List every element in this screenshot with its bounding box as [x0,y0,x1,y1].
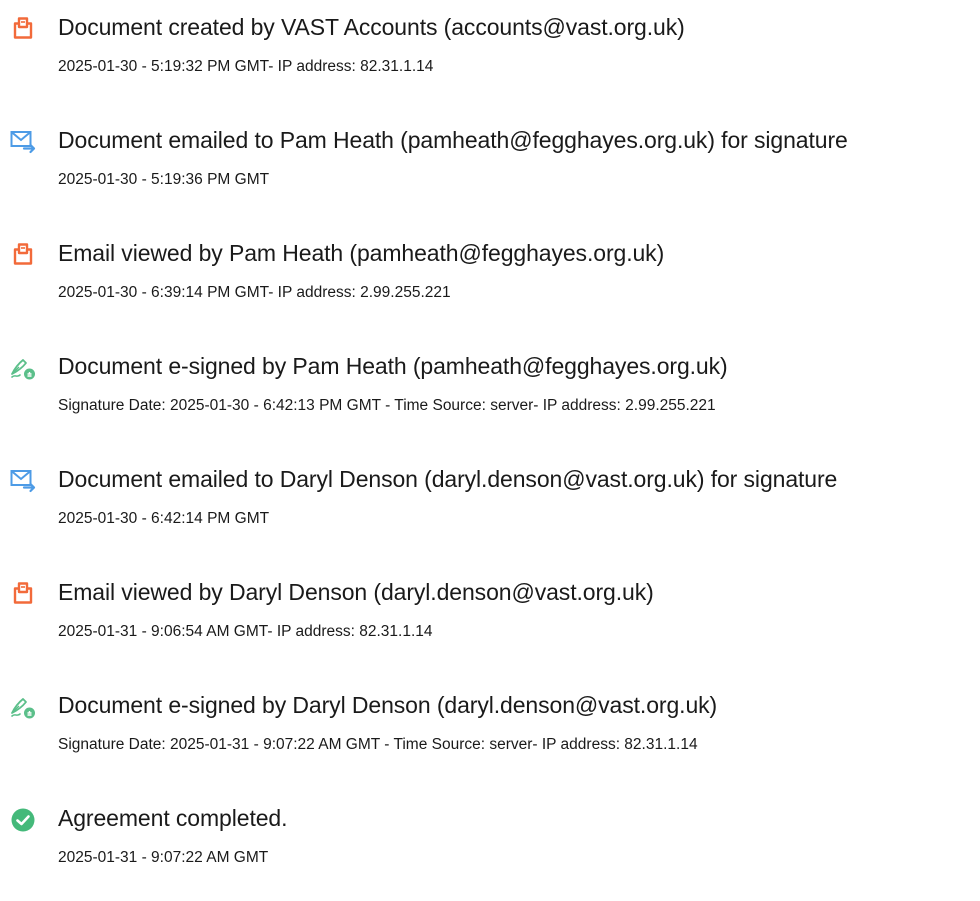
event-timestamp: 2025-01-30 - 6:39:14 PM GMT- IP address:… [58,284,451,301]
email-sent-icon [10,129,36,155]
audit-event: Document emailed to Pam Heath (pamheath@… [0,123,980,223]
audit-event: Agreement completed. 2025-01-31 - 9:07:2… [0,801,980,901]
e-signed-icon [10,355,36,381]
audit-event: Email viewed by Pam Heath (pamheath@fegg… [0,236,980,336]
event-title: Document emailed to Daryl Denson (daryl.… [58,466,838,492]
audit-event: Document e-signed by Daryl Denson (daryl… [0,688,980,788]
email-sent-icon [10,468,36,494]
event-title: Document created by VAST Accounts (accou… [58,14,685,40]
e-signed-icon [10,694,36,720]
event-title: Agreement completed. [58,805,288,831]
event-timestamp: 2025-01-30 - 6:42:14 PM GMT [58,510,270,527]
email-viewed-icon [10,581,36,607]
event-title: Document emailed to Pam Heath (pamheath@… [58,127,848,153]
event-timestamp: 2025-01-30 - 5:19:32 PM GMT- IP address:… [58,58,434,75]
document-created-icon [10,16,36,42]
event-timestamp: 2025-01-31 - 9:07:22 AM GMT [58,849,269,866]
audit-event: Document e-signed by Pam Heath (pamheath… [0,349,980,449]
event-title: Email viewed by Pam Heath (pamheath@fegg… [58,240,665,266]
event-title: Document e-signed by Daryl Denson (daryl… [58,692,718,718]
event-timestamp: 2025-01-31 - 9:06:54 AM GMT- IP address:… [58,623,433,640]
completed-check-icon [10,807,36,833]
event-title: Email viewed by Daryl Denson (daryl.dens… [58,579,654,605]
event-title: Document e-signed by Pam Heath (pamheath… [58,353,728,379]
email-viewed-icon [10,242,36,268]
event-timestamp: Signature Date: 2025-01-31 - 9:07:22 AM … [58,736,698,753]
event-timestamp: Signature Date: 2025-01-30 - 6:42:13 PM … [58,397,716,414]
audit-event: Document created by VAST Accounts (accou… [0,10,980,110]
audit-event: Document emailed to Daryl Denson (daryl.… [0,462,980,562]
event-timestamp: 2025-01-30 - 5:19:36 PM GMT [58,171,270,188]
audit-event: Email viewed by Daryl Denson (daryl.dens… [0,575,980,675]
